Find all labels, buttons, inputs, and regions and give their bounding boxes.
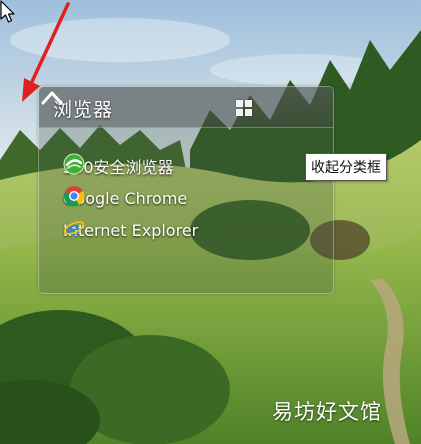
mouse-cursor-icon [0, 0, 15, 23]
list-item[interactable]: 360安全浏览器 [63, 153, 174, 179]
360-browser-icon [63, 153, 85, 175]
grid-icon[interactable] [236, 100, 254, 118]
chrome-icon [64, 186, 85, 207]
grid-cell [245, 109, 252, 116]
fence-header[interactable]: 浏览器 [39, 87, 333, 128]
svg-text:e: e [68, 217, 81, 239]
list-item[interactable]: e Internet Explorer [63, 217, 198, 243]
grid-cell [236, 109, 243, 116]
category-fence: 浏览器 360安全浏览器 Google Chrome e Internet Ex… [38, 86, 334, 294]
desktop-wallpaper: 浏览器 360安全浏览器 Google Chrome e Internet Ex… [0, 0, 421, 444]
list-item[interactable]: Google Chrome [63, 185, 187, 211]
watermark: 易坊好文馆 [272, 400, 382, 424]
collapse-tooltip: 收起分类框 [305, 153, 387, 181]
grid-cell [245, 100, 252, 107]
grid-cell [236, 100, 243, 107]
internet-explorer-icon: e [63, 217, 85, 239]
